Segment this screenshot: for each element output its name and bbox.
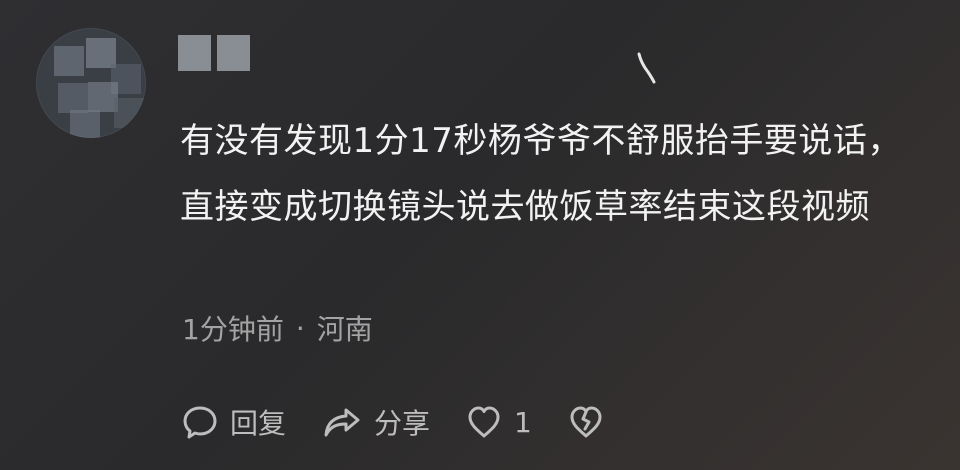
dislike-button[interactable]: [566, 402, 606, 442]
reply-label: 回复: [230, 407, 287, 440]
username-mask: [178, 35, 250, 71]
comment-text: 有没有发现1分17秒杨爷爷不舒服抬手要说话，直接变成切换镜头说去做饭草率结束这段…: [180, 121, 902, 227]
chat-bubble-icon: [180, 402, 220, 442]
comment-card: 有没有发现1分17秒杨爷爷不舒服抬手要说话，直接变成切换镜头说去做饭草率结束这段…: [0, 0, 960, 470]
avatar-pixel: [114, 98, 144, 128]
broken-heart-icon: [566, 402, 606, 442]
heart-icon: [464, 402, 504, 442]
share-arrow-icon: [320, 402, 364, 442]
share-button[interactable]: 分享: [320, 402, 430, 442]
reply-button[interactable]: 回复: [180, 402, 286, 442]
avatar[interactable]: [36, 28, 146, 138]
like-count: 1: [514, 405, 532, 439]
like-button[interactable]: 1: [464, 402, 532, 442]
share-label: 分享: [374, 407, 431, 440]
username-mask-block: [178, 35, 211, 71]
comment-location: 河南: [316, 313, 373, 346]
avatar-pixel: [54, 46, 84, 76]
username-mask-block: [217, 35, 250, 71]
stroke-mark: [636, 52, 656, 84]
comment-meta: 1分钟前 · 河南: [182, 308, 373, 348]
meta-separator: ·: [295, 311, 305, 345]
avatar-pixel: [70, 110, 100, 138]
comment-time: 1分钟前: [182, 313, 284, 346]
comment-actions: 回复 分享 1: [180, 400, 900, 444]
avatar-pixel: [58, 83, 88, 113]
